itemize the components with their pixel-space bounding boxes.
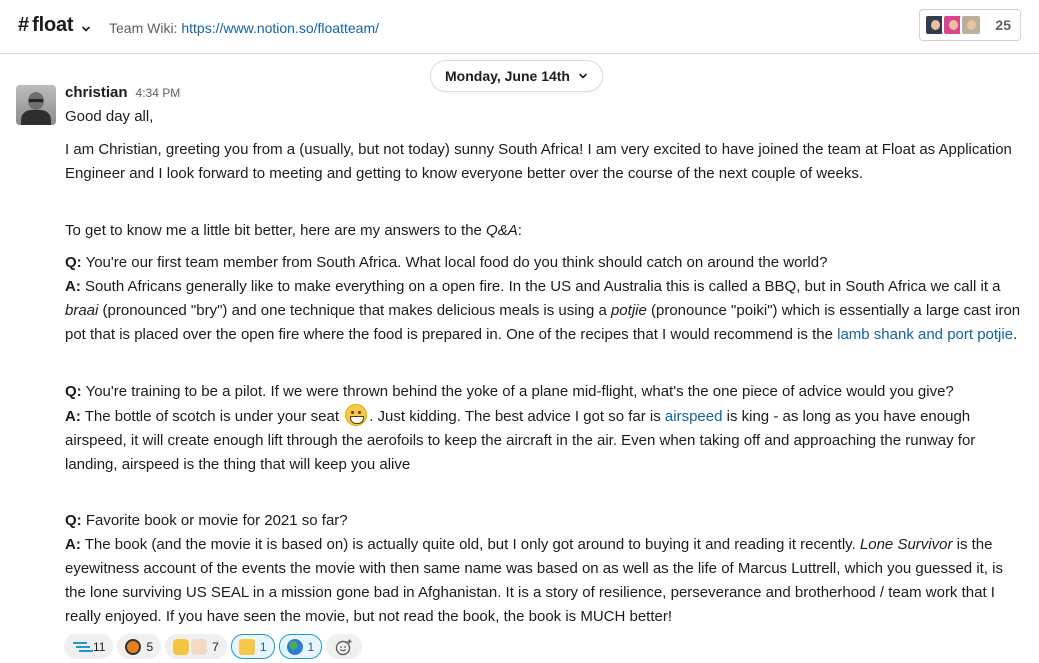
question-3-text: Favorite book or movie for 2021 so far?	[81, 512, 348, 529]
channel-header: # float Team Wiki: https://www.notion.so…	[0, 0, 1039, 54]
sender-name[interactable]: christian	[65, 84, 128, 101]
a-label: A:	[65, 408, 81, 425]
message-intro: I am Christian, greeting you from a (usu…	[65, 141, 1012, 182]
answer-3-text: The book (and the movie it is based on) …	[80, 536, 860, 553]
member-count: 25	[995, 17, 1011, 33]
reaction-count: 1	[259, 639, 267, 654]
qa-intro-emphasis: Q&A	[486, 222, 518, 239]
qa-block-food: Q: You're our first team member from Sou…	[65, 251, 1025, 347]
chevron-down-icon	[579, 73, 587, 79]
question-1: Q: You're our first team member from Sou…	[65, 251, 1025, 275]
message-header: christian 4:34 PM	[65, 84, 180, 101]
qa-intro-colon: :	[517, 222, 522, 239]
channel-name: float	[32, 14, 74, 36]
question-2: Q: You're training to be a pilot. If we …	[65, 380, 1025, 404]
chevron-down-icon	[81, 21, 91, 32]
clap-icon	[173, 638, 190, 655]
raised-hands-icon	[238, 638, 255, 655]
reaction-count: 5	[146, 639, 154, 654]
answer-2-text: . Just kidding. The best advice I got so…	[369, 408, 665, 425]
reaction-count: 11	[93, 639, 106, 654]
question-2-text: You're training to be a pilot. If we wer…	[81, 383, 954, 400]
member-avatar	[960, 14, 982, 36]
answer-1-text: South Africans generally like to make ev…	[80, 278, 1001, 295]
answer-1-text: .	[1013, 326, 1018, 343]
add-reaction-button[interactable]	[326, 634, 363, 659]
question-1-text: You're our first team member from South …	[81, 254, 828, 271]
clap-icon	[191, 638, 208, 655]
answer-1-text: (pronounced "bry") and one technique tha…	[98, 302, 611, 319]
message-timestamp[interactable]: 4:34 PM	[136, 86, 181, 100]
lines-icon	[72, 639, 88, 655]
q-label: Q:	[65, 512, 82, 529]
reaction-lines[interactable]: 11	[64, 634, 114, 659]
sender-avatar[interactable]	[16, 85, 56, 125]
topic-label: Team Wiki:	[109, 20, 178, 36]
q-label: Q:	[65, 254, 82, 271]
date-divider-label: Monday, June 14th	[445, 68, 570, 84]
qa-block-book: Q: Favorite book or movie for 2021 so fa…	[65, 509, 1025, 629]
airspeed-link[interactable]: airspeed	[665, 408, 723, 425]
ball-icon	[125, 638, 142, 655]
reaction-clap[interactable]: 7	[165, 634, 227, 659]
members-button[interactable]: 25	[919, 9, 1021, 41]
a-label: A:	[65, 536, 81, 553]
answer-1-potjie: potjie	[610, 302, 647, 319]
reaction-globe[interactable]: 1	[278, 634, 323, 659]
add-emoji-icon	[336, 639, 352, 655]
reaction-ball[interactable]: 5	[117, 634, 162, 659]
answer-1-braai: braai	[65, 302, 99, 319]
channel-topic: Team Wiki: https://www.notion.so/floatte…	[109, 20, 379, 36]
reaction-bar: 11 5 7 1 1	[64, 634, 363, 659]
answer-1: A: South Africans generally like to make…	[65, 275, 1025, 347]
reaction-raised-hands[interactable]: 1	[230, 634, 275, 659]
grinning-emoji-icon	[345, 404, 368, 426]
recipe-link[interactable]: lamb shank and port potjie	[837, 326, 1013, 343]
message-greeting: Good day all,	[65, 108, 154, 125]
date-divider-button[interactable]: Monday, June 14th	[430, 60, 603, 92]
channel-name-button[interactable]: # float	[18, 14, 91, 37]
channel-hash: #	[18, 14, 30, 36]
book-title: Lone Survivor	[859, 536, 953, 553]
topic-link[interactable]: https://www.notion.so/floatteam/	[181, 20, 379, 36]
qa-intro-text: To get to know me a little bit better, h…	[65, 222, 487, 239]
globe-icon	[286, 638, 303, 655]
qa-block-pilot: Q: You're training to be a pilot. If we …	[65, 380, 1025, 477]
answer-2: A: The bottle of scotch is under your se…	[65, 404, 1025, 477]
reaction-count: 1	[307, 639, 315, 654]
q-label: Q:	[65, 383, 82, 400]
a-label: A:	[65, 278, 81, 295]
question-3: Q: Favorite book or movie for 2021 so fa…	[65, 509, 1025, 533]
reaction-count: 7	[212, 639, 219, 654]
answer-2-text: The bottle of scotch is under your seat	[80, 408, 344, 425]
message-qa-intro: To get to know me a little bit better, h…	[65, 219, 1025, 243]
answer-3: A: The book (and the movie it is based o…	[65, 533, 1025, 629]
